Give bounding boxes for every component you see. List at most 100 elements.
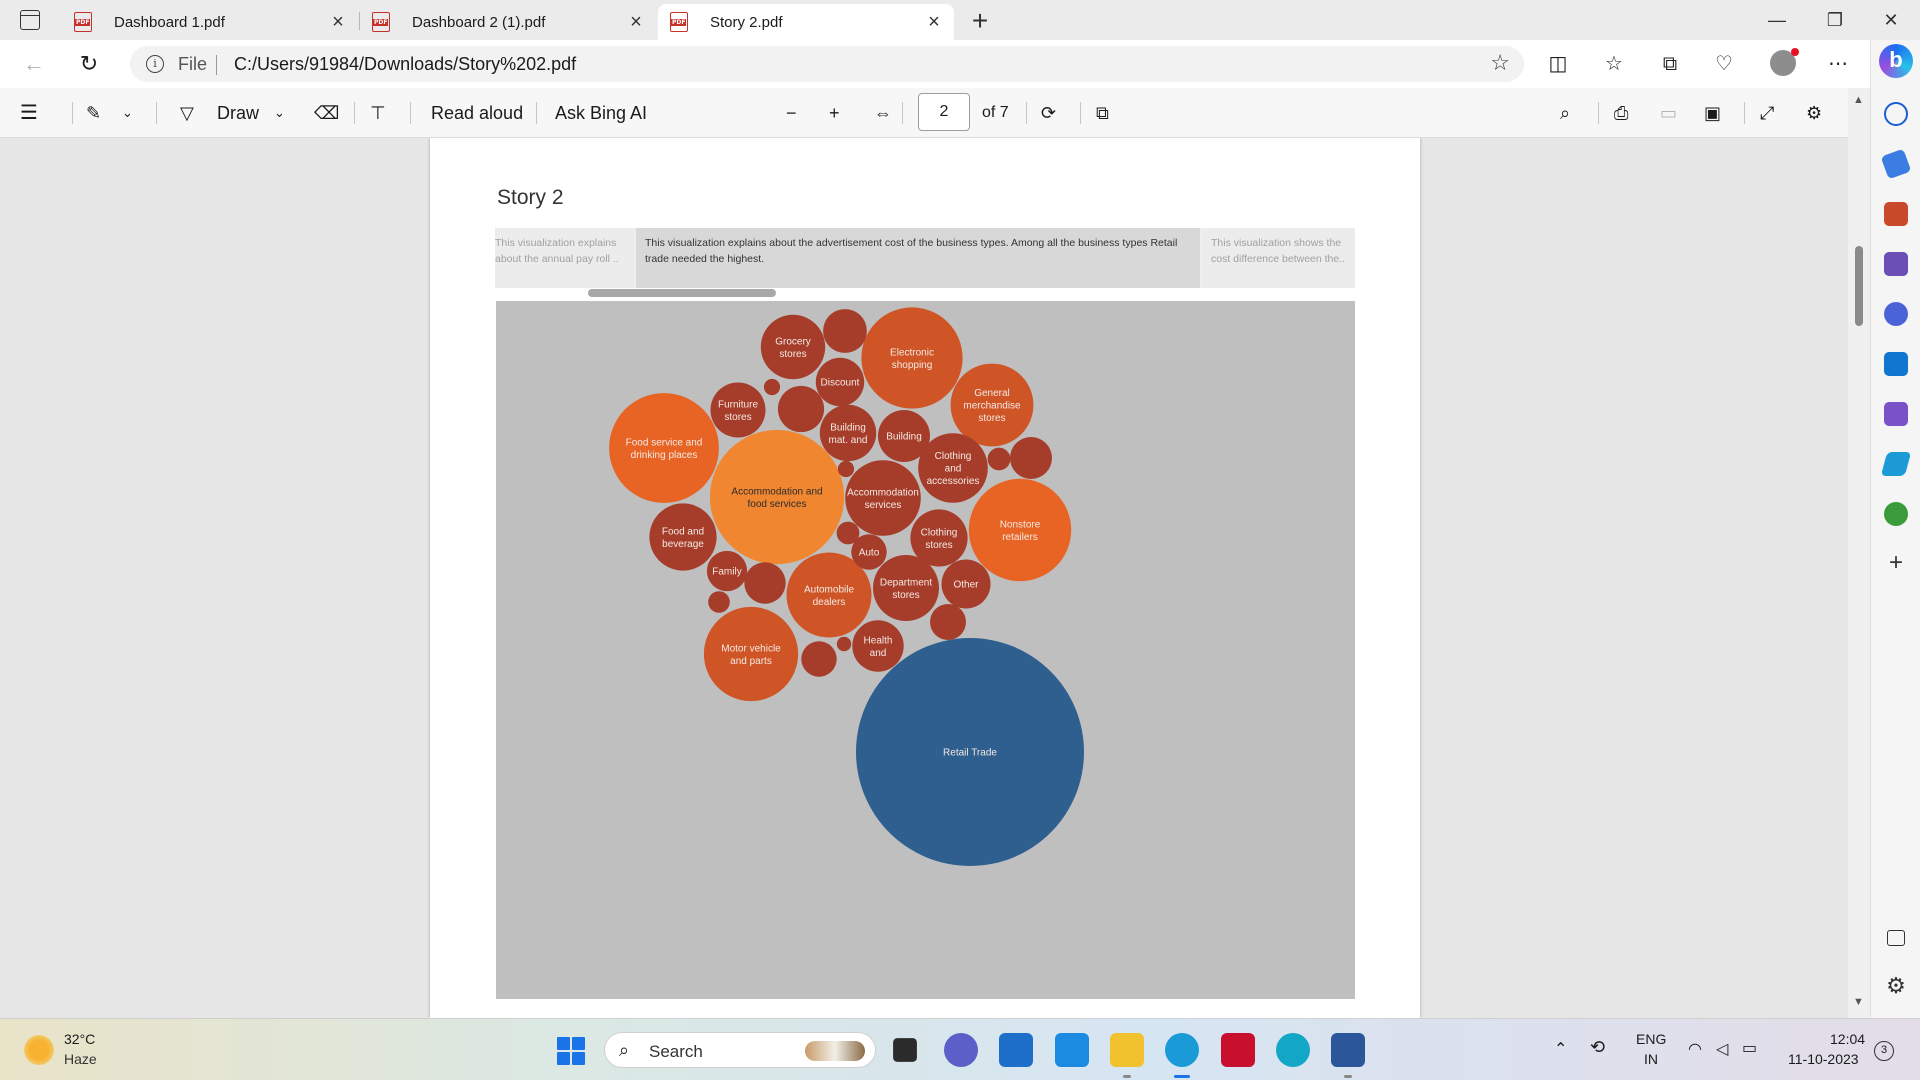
tab-story-2[interactable]: Story 2.pdf × (658, 4, 954, 40)
favorites-icon[interactable]: ☆ (1598, 50, 1630, 78)
outlook-icon[interactable] (1884, 352, 1908, 376)
restore-icon[interactable]: ❐ (1810, 4, 1860, 36)
language-region[interactable]: IN (1644, 1051, 1658, 1067)
weather-description[interactable]: Haze (64, 1051, 97, 1067)
clock-time[interactable]: 12:04 (1830, 1031, 1865, 1047)
language-code[interactable]: ENG (1636, 1031, 1666, 1047)
page-number-input[interactable]: 2 (918, 93, 970, 131)
close-tab-icon[interactable]: × (920, 11, 948, 34)
weather-temperature[interactable]: 32°C (64, 1031, 95, 1047)
battery-icon[interactable]: ▭ (1742, 1038, 1757, 1058)
contents-list-icon[interactable]: ☰ (20, 99, 38, 127)
save-icon[interactable]: ▭ (1660, 99, 1677, 127)
window-close-icon[interactable]: ✕ (1866, 4, 1916, 36)
rotate-icon[interactable]: ⟳ (1041, 99, 1056, 127)
taskbar-search-box[interactable]: ⌕ Search (604, 1032, 876, 1068)
bubble-unlabeled[interactable] (987, 447, 1011, 471)
back-arrow-icon[interactable]: ← (18, 50, 50, 78)
refresh-icon[interactable]: ↻ (73, 50, 105, 78)
story-point-next[interactable]: This visualization shows the cost differ… (1202, 228, 1355, 288)
file-explorer-icon[interactable] (1110, 1033, 1144, 1078)
close-tab-icon[interactable]: × (622, 11, 650, 34)
more-options-icon[interactable]: ⋯ (1822, 50, 1854, 78)
chevron-down-icon[interactable]: ⌄ (274, 99, 285, 127)
story-scrollbar-thumb[interactable] (588, 289, 776, 297)
scroll-up-arrow-icon[interactable]: ▲ (1853, 94, 1864, 106)
profile-avatar[interactable] (1770, 48, 1799, 76)
bubble-unlabeled[interactable] (744, 562, 786, 604)
vertical-scrollbar[interactable]: ▲ ▼ (1848, 88, 1870, 1018)
search-icon[interactable]: ⌕ (1560, 99, 1570, 127)
tab-actions-icon[interactable] (20, 10, 40, 30)
tab-dashboard-2[interactable]: Dashboard 2 (1).pdf × (360, 4, 656, 40)
bubble-unlabeled[interactable] (763, 378, 781, 396)
microsoft-365-icon[interactable] (1884, 302, 1908, 326)
bubble-unlabeled[interactable] (708, 591, 730, 613)
drop-send-icon[interactable] (1880, 452, 1912, 476)
bubble-unlabeled[interactable] (1010, 437, 1052, 479)
chevron-down-icon[interactable]: ⌄ (122, 99, 133, 127)
edge-browser-icon[interactable] (1165, 1033, 1199, 1078)
bubble-unlabeled[interactable] (836, 521, 860, 545)
bubble-unlabeled[interactable] (837, 460, 855, 478)
scrollbar-thumb[interactable] (1855, 246, 1863, 326)
fullscreen-icon[interactable]: ⤢ (1760, 99, 1774, 127)
hide-sidebar-icon[interactable] (1887, 930, 1905, 946)
story-point-previous[interactable]: This visualization explains about the an… (495, 228, 634, 288)
zoom-out-icon[interactable]: − (786, 99, 797, 127)
bubble-unlabeled[interactable] (836, 636, 852, 652)
word-icon[interactable] (1331, 1033, 1365, 1078)
split-screen-icon[interactable]: ◫ (1542, 50, 1574, 78)
clock-date[interactable]: 11-10-2023 (1788, 1051, 1859, 1067)
ask-bing-button[interactable]: Ask Bing AI (555, 99, 647, 127)
notification-count-badge[interactable]: 3 (1874, 1041, 1894, 1061)
weather-sun-icon[interactable] (24, 1035, 54, 1065)
designer-icon[interactable] (1884, 402, 1908, 426)
shopping-tag-icon[interactable] (1880, 148, 1912, 180)
windows-start-icon[interactable] (557, 1037, 585, 1065)
browser-essentials-icon[interactable]: ♡ (1708, 50, 1740, 78)
tab-dashboard-1[interactable]: Dashboard 1.pdf × (62, 4, 358, 40)
microsoft-store-icon[interactable] (999, 1033, 1033, 1067)
bubble-unlabeled[interactable] (823, 309, 867, 353)
site-info-icon[interactable]: i (146, 55, 164, 73)
task-view-icon[interactable] (893, 1038, 917, 1062)
mcafee-icon[interactable] (1221, 1033, 1255, 1067)
tools-toolbox-icon[interactable] (1884, 202, 1908, 226)
collections-icon[interactable]: ⧉ (1654, 50, 1686, 78)
alexa-icon[interactable] (1276, 1033, 1310, 1067)
address-bar[interactable]: i File C:/Users/91984/Downloads/Story%20… (130, 46, 1524, 82)
close-tab-icon[interactable]: × (324, 11, 352, 34)
save-as-icon[interactable]: ▣ (1704, 99, 1721, 127)
volume-icon[interactable]: ◁ (1716, 1039, 1728, 1059)
new-tab-icon[interactable]: + (964, 5, 996, 37)
pdf-settings-gear-icon[interactable]: ⚙ (1806, 99, 1822, 127)
page-view-icon[interactable]: ⧉ (1096, 99, 1109, 127)
url-text[interactable]: C:/Users/91984/Downloads/Story%202.pdf (234, 54, 576, 75)
draw-pen-icon[interactable]: ▽ (180, 99, 194, 127)
add-sidebar-app-icon[interactable]: + (1884, 551, 1908, 576)
bubble-unlabeled[interactable] (801, 641, 837, 677)
scroll-down-arrow-icon[interactable]: ▼ (1853, 996, 1864, 1008)
sidebar-search-icon[interactable] (1884, 102, 1908, 126)
teams-chat-icon[interactable] (944, 1033, 978, 1067)
zoom-in-icon[interactable]: + (829, 99, 840, 127)
favorite-star-icon[interactable]: ☆ (1490, 50, 1510, 76)
eraser-icon[interactable]: ⌫ (314, 99, 339, 127)
tree-app-icon[interactable] (1884, 502, 1908, 526)
highlight-icon[interactable]: ✎ (86, 99, 101, 127)
games-icon[interactable] (1884, 252, 1908, 276)
read-aloud-button[interactable]: Read aloud (431, 99, 523, 127)
bing-chat-icon[interactable] (1879, 44, 1913, 78)
minimize-icon[interactable]: — (1752, 4, 1802, 36)
wifi-icon[interactable]: ◠ (1688, 1039, 1702, 1059)
bubble-unlabeled[interactable] (777, 385, 825, 433)
text-box-icon[interactable]: ⊤ (370, 99, 386, 127)
bubble-unlabeled[interactable] (930, 604, 966, 640)
l-app-icon[interactable] (1055, 1033, 1089, 1067)
story-point-current[interactable]: This visualization explains about the ad… (636, 228, 1200, 288)
draw-button[interactable]: Draw (217, 99, 259, 127)
fit-to-width-icon[interactable]: ⇔ (874, 99, 892, 127)
sidebar-settings-gear-icon[interactable]: ⚙ (1884, 975, 1908, 999)
sync-icon[interactable]: ⟲ (1590, 1037, 1605, 1058)
